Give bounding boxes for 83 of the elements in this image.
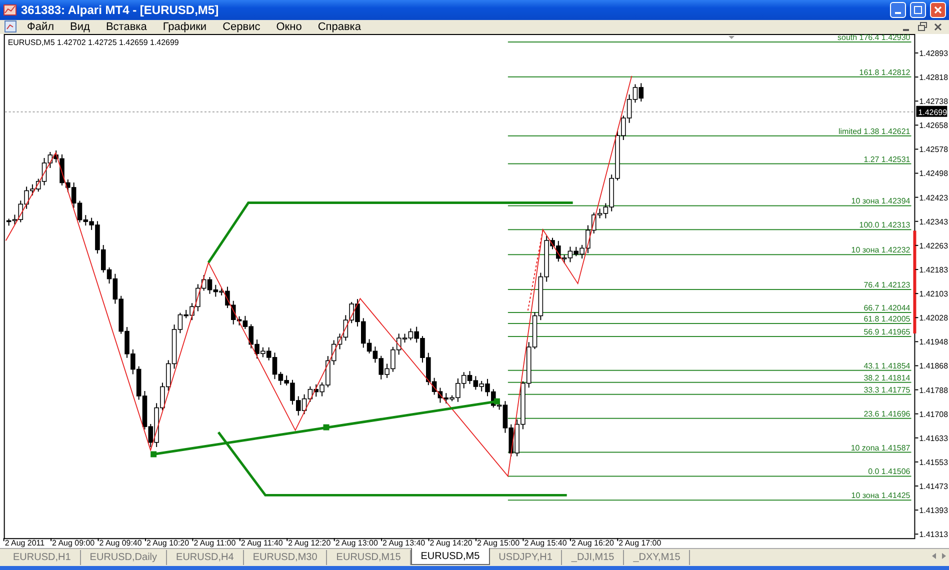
close-icon <box>934 6 942 14</box>
price-label: 1.41948 <box>919 338 948 347</box>
menu-item[interactable]: Вид <box>63 20 97 33</box>
fibonacci-level-label: 56.9 1.41965 <box>864 327 910 336</box>
price-label: 1.42343 <box>919 217 948 226</box>
fibonacci-level-label: 61.8 1.42005 <box>864 314 910 324</box>
fibonacci-level-label: 10 зона 1.42394 <box>851 196 910 206</box>
chart-tab[interactable]: _DXY,M15 <box>624 550 690 566</box>
chart-tab[interactable]: EURUSD,M30 <box>244 550 328 566</box>
fibonacci-level-label: 33.3 1.41775 <box>864 385 910 394</box>
maximize-icon <box>914 6 922 14</box>
restore-button[interactable] <box>915 20 929 33</box>
price-label: 1.42893 <box>919 48 948 58</box>
time-label: 2 Aug 09:00 <box>52 538 95 548</box>
chart-tab[interactable]: EURUSD,H4 <box>167 550 244 566</box>
price-label: 1.42738 <box>919 97 948 106</box>
time-label: 2 Aug 14:20 <box>430 538 472 548</box>
menu-item[interactable]: Вставка <box>98 20 154 33</box>
time-label: 2 Aug 16:20 <box>571 538 614 548</box>
price-label: 1.42263 <box>919 241 948 250</box>
time-label: 2 Aug 15:00 <box>477 538 520 548</box>
chart-tab[interactable]: EURUSD,H1 <box>4 550 81 566</box>
fibonacci-level-label: 1.27 1.42531 <box>864 154 910 164</box>
restore-icon <box>918 22 926 32</box>
price-label: 1.41473 <box>919 482 948 491</box>
price-label: 1.42658 <box>919 121 948 130</box>
fibonacci-level-label: 23.6 1.41696 <box>864 409 910 418</box>
minimize-icon <box>903 28 909 31</box>
price-label: 1.42423 <box>919 193 948 202</box>
price-label: 1.42818 <box>919 72 948 82</box>
time-label: 2 Aug 09:40 <box>99 538 142 548</box>
fibonacci-level-label: 10 зона 1.41425 <box>851 491 910 500</box>
price-label: 1.41788 <box>919 386 948 395</box>
minimize-icon <box>895 12 901 14</box>
price-label: 1.41393 <box>919 506 948 515</box>
price-label: 1.42103 <box>919 289 948 298</box>
fibonacci-level-label: 66.7 1.42044 <box>864 303 910 312</box>
minimize-button[interactable] <box>890 2 906 18</box>
fibonacci-level-label: 38.2 1.41814 <box>864 373 910 382</box>
fibonacci-level-label: 76.4 1.42123 <box>864 280 910 290</box>
fibonacci-level-label: 0.0 1.41506 <box>868 467 910 476</box>
window-title: 361383: Alpari MT4 - [EURUSD,M5] <box>21 2 220 17</box>
fibonacci-level-label: 100.0 1.42313 <box>859 220 910 230</box>
menu-item[interactable]: Файл <box>20 20 62 33</box>
price-label: 1.41553 <box>919 458 948 467</box>
symbol-header: EURUSD,M5 1.42702 1.42725 1.42659 1.42699 <box>8 38 179 47</box>
close-icon <box>934 22 942 31</box>
price-label: 1.41868 <box>919 362 948 371</box>
fibonacci-level-label: 161.8 1.42812 <box>859 68 910 77</box>
price-label: 1.42028 <box>919 314 948 323</box>
close-button[interactable] <box>930 2 946 18</box>
time-label: 2 Aug 11:40 <box>240 538 283 548</box>
app-icon <box>3 2 17 17</box>
time-label: 2 Aug 15:40 <box>524 538 567 548</box>
document-icon[interactable] <box>4 20 18 34</box>
maximize-button[interactable] <box>910 2 926 18</box>
menu-item[interactable]: Графики <box>156 20 214 33</box>
chart-tab[interactable]: USDJPY,H1 <box>490 550 562 566</box>
time-label: 2 Aug 13:00 <box>335 538 378 548</box>
fibonacci-level-label: 10 зона 1.42232 <box>851 246 910 255</box>
menu-item[interactable]: Справка <box>310 20 368 33</box>
price-label: 1.42498 <box>919 169 948 178</box>
price-label: 1.41633 <box>919 434 948 443</box>
current-price-label: 1.42699 <box>916 106 948 117</box>
price-label: 1.42183 <box>919 265 948 274</box>
fibonacci-level-label: limited 1.38 1.42621 <box>838 126 910 136</box>
price-label: 1.42578 <box>919 145 948 154</box>
time-label: 2 Aug 12:20 <box>288 538 331 548</box>
time-label: 2 Aug 10:20 <box>146 538 190 548</box>
fibonacci-level-label: 43.1 1.41854 <box>864 361 910 370</box>
time-label: 2 Aug 2011 <box>4 538 45 548</box>
price-label: 1.41708 <box>919 410 948 419</box>
chart-tab[interactable]: EURUSD,Daily <box>80 550 168 566</box>
time-label: 2 Aug 11:00 <box>194 538 236 548</box>
fibonacci-level-label: south 176.4 1.42930 <box>838 34 910 42</box>
chart-tab[interactable]: EURUSD,M5 <box>410 548 490 566</box>
fibonacci-level-label: 10 zona 1.41587 <box>850 443 910 452</box>
time-label: 2 Aug 13:40 <box>382 538 426 548</box>
time-label: 2 Aug 17:00 <box>618 538 662 548</box>
menu-item[interactable]: Окно <box>269 20 309 33</box>
chart-tab[interactable]: _DJI,M15 <box>562 550 624 566</box>
menu-item[interactable]: Сервис <box>216 20 268 33</box>
price-label: 1.41313 <box>919 530 948 540</box>
